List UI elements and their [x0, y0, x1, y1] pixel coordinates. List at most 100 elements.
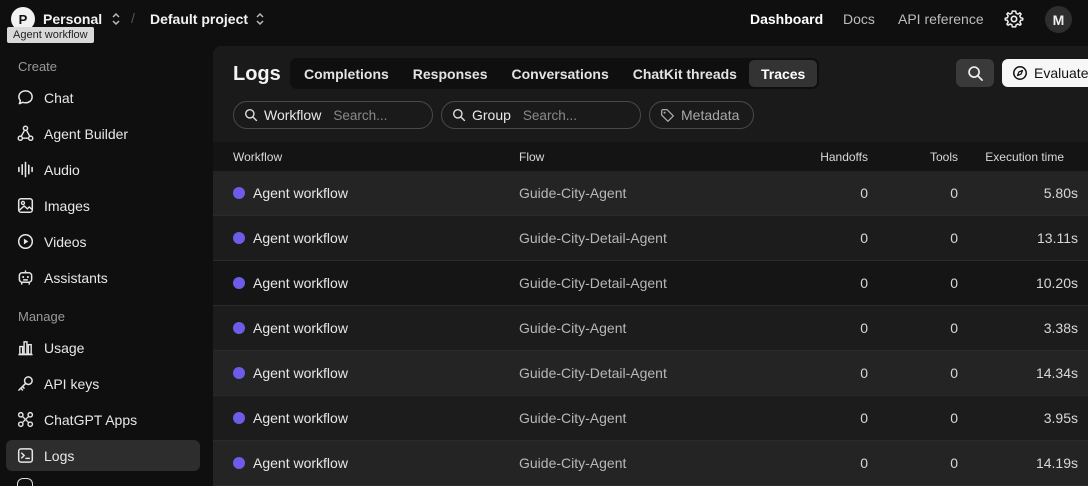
table-row[interactable]: Agent workflow Guide-City-Agent 0 0 5.80… [213, 171, 1088, 216]
cell-handoffs: 0 [860, 320, 868, 336]
apps-icon [17, 411, 34, 428]
sidebar-item-label: Images [44, 197, 90, 214]
tooltip: Agent workflow [7, 27, 94, 43]
sidebar-item-agent-builder[interactable]: Agent Builder [6, 118, 200, 149]
play-circle-icon [17, 233, 34, 250]
group-filter-label: Group [472, 107, 511, 123]
workflow-filter-label: Workflow [264, 107, 322, 123]
tag-icon [661, 108, 674, 122]
project-name: Default project [150, 11, 249, 27]
evaluate-button[interactable]: Evaluate [1002, 59, 1088, 87]
table-row[interactable]: Agent workflow Guide-City-Agent 0 0 3.95… [213, 396, 1088, 441]
cell-workflow: Agent workflow [253, 365, 348, 381]
cell-handoffs: 0 [860, 410, 868, 426]
cell-flow: Guide-City-Detail-Agent [519, 275, 667, 291]
status-dot [233, 322, 245, 334]
sidebar-item-audio[interactable]: Audio [6, 154, 200, 185]
cell-flow: Guide-City-Agent [519, 455, 627, 471]
sidebar-item-label: API keys [44, 375, 100, 392]
nav-dashboard[interactable]: Dashboard [750, 11, 823, 27]
sidebar-item-logs[interactable]: Logs [6, 440, 200, 471]
sidebar-item-label: Audio [44, 161, 80, 178]
cell-tools: 0 [950, 230, 958, 246]
image-icon [17, 197, 34, 214]
cell-handoffs: 0 [860, 455, 868, 471]
sidebar-item-videos[interactable]: Videos [6, 226, 200, 257]
log-type-tabs: Completions Responses Conversations Chat… [290, 58, 820, 89]
table-row[interactable]: Agent workflow Guide-City-Detail-Agent 0… [213, 261, 1088, 306]
sidebar-item-usage[interactable]: Usage [6, 332, 200, 363]
cell-tools: 0 [950, 185, 958, 201]
gear-icon[interactable] [1004, 9, 1024, 29]
tab-conversations[interactable]: Conversations [499, 60, 620, 87]
sidebar-item-chat[interactable]: Chat [6, 82, 200, 113]
column-header-execution-time[interactable]: Execution time [985, 150, 1064, 164]
tab-completions[interactable]: Completions [292, 60, 401, 87]
workflow-search-input[interactable]: Search... [333, 108, 387, 123]
cell-workflow: Agent workflow [253, 185, 348, 201]
cell-workflow: Agent workflow [253, 455, 348, 471]
table-row[interactable]: Agent workflow Guide-City-Agent 0 0 3.38… [213, 306, 1088, 351]
sidebar-item-chatgpt-apps[interactable]: ChatGPT Apps [6, 404, 200, 435]
sidebar-item-label: Logs [44, 447, 75, 464]
cell-flow: Guide-City-Agent [519, 320, 627, 336]
sidebar-item-label: ChatGPT Apps [44, 411, 138, 428]
breadcrumb-separator: / [131, 10, 135, 26]
table-row[interactable]: Agent workflow Guide-City-Agent 0 0 14.1… [213, 441, 1088, 486]
cell-tools: 0 [950, 455, 958, 471]
user-avatar[interactable]: M [1045, 6, 1072, 33]
status-dot [233, 457, 245, 469]
table-row[interactable]: Agent workflow Guide-City-Detail-Agent 0… [213, 216, 1088, 261]
tab-chatkit-threads[interactable]: ChatKit threads [621, 60, 749, 87]
robot-icon [18, 270, 33, 285]
project-switcher[interactable]: Default project [150, 11, 266, 27]
metadata-filter-label: Metadata [681, 107, 740, 123]
column-header-handoffs[interactable]: Handoffs [820, 150, 868, 164]
sidebar-item-label: Usage [44, 339, 85, 356]
org-name: Personal [43, 11, 103, 27]
table-row[interactable]: Agent workflow Guide-City-Detail-Agent 0… [213, 351, 1088, 396]
tab-traces[interactable]: Traces [748, 60, 818, 87]
group-filter[interactable]: Group Search... [441, 101, 641, 129]
sidebar-item-partial-icon [17, 478, 33, 486]
top-bar: P Personal / Default project Agent workf… [0, 0, 1088, 43]
workflow-filter[interactable]: Workflow Search... [233, 101, 433, 129]
nav-api-reference[interactable]: API reference [898, 11, 984, 27]
cell-tools: 0 [950, 365, 958, 381]
sidebar-item-label: Assistants [44, 269, 108, 286]
sidebar-item-api-keys[interactable]: API keys [6, 368, 200, 399]
status-dot [233, 232, 245, 244]
cell-execution-time: 5.80s [1043, 185, 1078, 201]
cell-execution-time: 10.20s [1035, 275, 1078, 291]
column-header-tools[interactable]: Tools [930, 150, 958, 164]
metadata-filter[interactable]: Metadata [649, 101, 754, 129]
chat-bubble-icon [18, 90, 33, 105]
agent-builder-icon [17, 125, 34, 142]
cell-tools: 0 [950, 410, 958, 426]
cell-tools: 0 [950, 320, 958, 336]
column-header-workflow[interactable]: Workflow [233, 150, 282, 164]
nav-docs[interactable]: Docs [843, 11, 875, 27]
cell-workflow: Agent workflow [253, 410, 348, 426]
cell-handoffs: 0 [860, 185, 868, 201]
cell-flow: Guide-City-Agent [519, 410, 627, 426]
cell-tools: 0 [950, 275, 958, 291]
cell-workflow: Agent workflow [253, 275, 348, 291]
sidebar-item-label: Videos [44, 233, 87, 250]
search-button[interactable] [956, 59, 994, 87]
search-icon [453, 109, 466, 122]
cell-execution-time: 14.19s [1035, 455, 1078, 471]
cell-flow: Guide-City-Detail-Agent [519, 230, 667, 246]
group-search-input[interactable]: Search... [523, 108, 577, 123]
sidebar-item-assistants[interactable]: Assistants [6, 262, 200, 293]
sidebar-item-images[interactable]: Images [6, 190, 200, 221]
logs-panel: Logs Completions Responses Conversations… [213, 46, 1088, 486]
status-dot [233, 277, 245, 289]
audio-wave-icon [18, 161, 33, 178]
sidebar-section-manage: Manage [18, 309, 65, 324]
status-dot [233, 412, 245, 424]
tab-responses[interactable]: Responses [401, 60, 500, 87]
sidebar-section-create: Create [18, 59, 58, 74]
column-header-flow[interactable]: Flow [519, 150, 544, 164]
cell-handoffs: 0 [860, 275, 868, 291]
